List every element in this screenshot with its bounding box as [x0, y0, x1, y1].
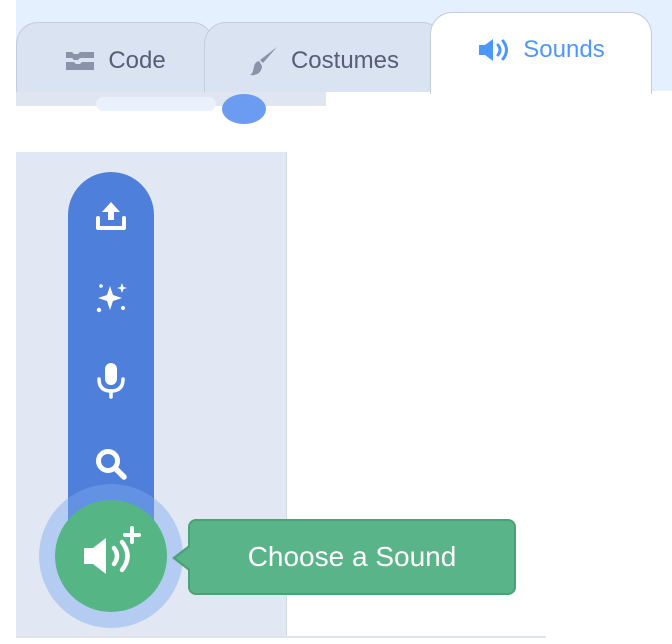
surprise-sound-button[interactable]: [68, 268, 154, 328]
code-blocks-icon: [64, 50, 96, 72]
tab-bar-underlay: [16, 91, 326, 124]
tooltip-text: Choose a Sound: [247, 541, 457, 572]
add-sound-icon: [84, 526, 141, 574]
speaker-icon: [477, 37, 511, 63]
choose-sound-tooltip: Choose a Sound: [188, 519, 516, 595]
underlay-dot: [222, 94, 266, 124]
tab-costumes[interactable]: Costumes: [204, 22, 444, 92]
upload-icon: [96, 202, 126, 230]
tab-code-label: Code: [108, 46, 166, 74]
choose-sound-button[interactable]: [55, 500, 167, 612]
scratch-editor: Code Costumes Sounds Choose a Sound: [0, 0, 672, 644]
tab-sounds[interactable]: Sounds: [430, 12, 652, 94]
tab-sounds-label: Sounds: [523, 35, 605, 63]
underlay-shape: [96, 97, 216, 111]
paintbrush-icon: [249, 45, 279, 77]
record-sound-button[interactable]: [68, 350, 154, 410]
microphone-icon: [97, 363, 125, 399]
upload-sound-button[interactable]: [68, 186, 154, 246]
surprise-sparkles-icon: [96, 283, 127, 313]
tab-costumes-label: Costumes: [290, 46, 400, 74]
search-icon: [96, 449, 127, 480]
tooltip-arrow: [176, 547, 190, 569]
tab-code[interactable]: Code: [16, 22, 214, 92]
panel-divider: [16, 636, 546, 638]
